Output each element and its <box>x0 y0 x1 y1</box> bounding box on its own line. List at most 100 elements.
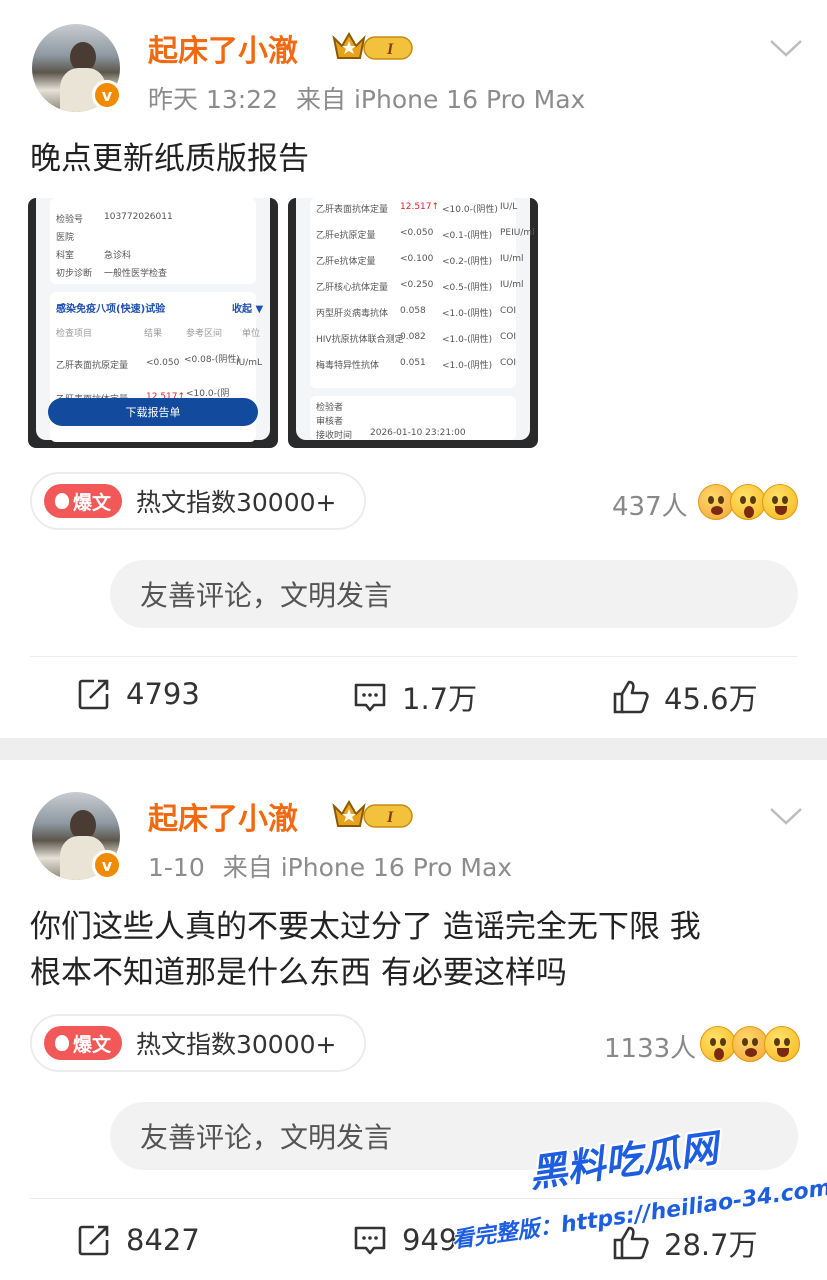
report-text: 乙肝表面抗原定量 <box>56 361 129 371</box>
report-text: 检验号 <box>56 215 84 225</box>
report-text: IU/mL <box>236 358 263 368</box>
report-cell: HIV抗原抗体联合测定 <box>316 335 404 345</box>
report-image-right[interactable]: 乙肝表面抗体定量 12.517↑ <10.0-(阴性) IU/L 乙肝e抗原定量 <0.0… <box>288 198 538 448</box>
report-text: <0.050 <box>146 358 180 368</box>
report-text: 急诊科 <box>104 251 132 261</box>
vip-crown-icon: I <box>332 800 413 828</box>
thumbs-up-icon <box>613 680 649 714</box>
report-cell: <1.0-(阴性) <box>442 309 493 319</box>
like-button[interactable]: 28.7万 <box>612 1222 758 1264</box>
hot-post-pill[interactable]: 爆文 热文指数30000+ <box>30 472 366 530</box>
report-cell: 乙肝e抗体定量 <box>316 257 376 267</box>
report-footer-text: 接收时间 <box>316 431 353 441</box>
repost-count: 8427 <box>126 1223 200 1257</box>
svg-text:I: I <box>386 809 394 826</box>
report-footer-text: 2026-01-10 23:21:00 <box>370 428 466 438</box>
report-image-left[interactable]: 检验号 103772026011 医院 科室 急诊科 初步诊断 一般性医学检查 … <box>28 198 278 448</box>
post-source: 来自 iPhone 16 Pro Max <box>296 85 586 114</box>
report-cell: <0.100 <box>400 254 434 264</box>
report-cell: 0.058 <box>400 306 426 316</box>
comment-input[interactable]: 友善评论，文明发言 <box>110 1102 798 1170</box>
post-meta: 昨天 13:22 来自 iPhone 16 Pro Max <box>148 80 603 116</box>
post-text: 晚点更新纸质版报告 <box>30 141 309 177</box>
thumbs-up-icon <box>613 1226 649 1260</box>
username[interactable]: 起床了小澈 <box>148 26 298 70</box>
comment-icon <box>354 1226 386 1255</box>
post-text-line: 根本不知道那是什么东西 有必要这样吗 <box>30 955 567 991</box>
report-cell: PEIU/ml <box>500 228 535 238</box>
report-footer-text: 检验者 <box>316 403 344 413</box>
divider <box>30 656 797 657</box>
report-cell: <0.050 <box>400 228 434 238</box>
comment-input[interactable]: 友善评论，文明发言 <box>110 560 798 628</box>
report-cell: COI <box>500 306 517 316</box>
report-footer-text: 审核者 <box>316 417 344 427</box>
surprised-emoji-icon[interactable] <box>730 484 766 520</box>
post-source: 来自 iPhone 16 Pro Max <box>222 853 513 882</box>
report-text: 科室 <box>56 251 75 261</box>
post-meta: 1-10 来自 iPhone 16 Pro Max <box>148 848 530 884</box>
report-cell: <0.2-(阴性) <box>442 257 493 267</box>
report-cell: <0.250 <box>400 280 434 290</box>
like-count: 28.7万 <box>664 1228 758 1262</box>
report-cell: <1.0-(阴性) <box>442 335 493 345</box>
grinning-emoji-icon[interactable] <box>762 484 798 520</box>
feed-separator <box>0 738 827 760</box>
comment-count: 1.7万 <box>402 682 478 716</box>
hot-index: 热文指数30000+ <box>136 1030 337 1059</box>
report-cell: 0.082 <box>400 332 426 342</box>
hot-post-pill[interactable]: 爆文 热文指数30000+ <box>30 1014 366 1072</box>
report-text: 103772026011 <box>104 212 173 222</box>
hot-tag: 爆文 <box>44 484 122 518</box>
vip-crown-icon: I <box>332 32 413 60</box>
report-collapse: 收起 ▼ <box>232 304 264 315</box>
report-header: 结果 <box>144 329 163 339</box>
hot-tag: 爆文 <box>44 1026 122 1060</box>
report-cell: COI <box>500 332 517 342</box>
report-cell: IU/ml <box>500 280 524 290</box>
chevron-down-icon[interactable] <box>769 38 803 58</box>
like-count: 45.6万 <box>664 682 758 716</box>
reaction-count[interactable]: 437人 <box>612 486 688 523</box>
repost-button[interactable]: 4793 <box>76 676 200 712</box>
verified-badge-icon: v <box>92 850 122 880</box>
report-cell: <10.0-(阴性) <box>442 205 498 215</box>
report-header: 参考区间 <box>186 329 223 339</box>
laughing-emoji-icon[interactable] <box>732 1026 768 1062</box>
flame-icon <box>54 1035 69 1051</box>
reaction-count[interactable]: 1133人 <box>604 1028 696 1065</box>
like-button[interactable]: 45.6万 <box>612 676 758 718</box>
post-text-line: 你们这些人真的不要太过分了 造谣完全无下限 我 <box>30 909 701 945</box>
report-cell: <0.5-(阴性) <box>442 283 493 293</box>
weibo-post: v 起床了小澈 I 1-10 来自 iPhone 16 Pro Max 你们这些人… <box>0 760 827 1280</box>
verified-badge-icon: v <box>92 80 122 110</box>
report-cell: <1.0-(阴性) <box>442 361 493 371</box>
report-header: 检查项目 <box>56 329 93 339</box>
comment-button[interactable]: 949 <box>352 1222 457 1258</box>
hot-tag-label: 爆文 <box>72 1033 111 1056</box>
report-cell: 乙肝表面抗体定量 <box>316 205 389 215</box>
weibo-post: v 起床了小澈 I 昨天 13:22 来自 iPhone 16 Pro Max 晚… <box>0 0 827 738</box>
svg-text:I: I <box>386 41 394 58</box>
post-time: 昨天 13:22 <box>148 85 278 114</box>
report-cell: 12.517↑ <box>400 202 440 212</box>
report-cell: IU/L <box>500 202 518 212</box>
report-footer: 检验者审核者接收时间 2026-01-10 23:21:00 <box>310 396 516 441</box>
report-text: 一般性医学检查 <box>104 269 168 279</box>
laughing-emoji-icon[interactable] <box>698 484 734 520</box>
username[interactable]: 起床了小澈 <box>148 794 298 838</box>
surprised-emoji-icon[interactable] <box>700 1026 736 1062</box>
grinning-emoji-icon[interactable] <box>764 1026 800 1062</box>
report-section-title: 感染免疫八项(快速)试验 <box>56 304 166 315</box>
chevron-down-icon[interactable] <box>769 806 803 826</box>
report-cell: COI <box>500 358 517 368</box>
comment-button[interactable]: 1.7万 <box>352 676 477 718</box>
report-cell: 梅毒特异性抗体 <box>316 361 380 371</box>
report-text: 初步诊断 <box>56 269 93 279</box>
repost-button[interactable]: 8427 <box>76 1222 200 1258</box>
post-time: 1-10 <box>148 853 205 882</box>
comment-icon <box>354 683 386 712</box>
report-cell: 丙型肝炎病毒抗体 <box>316 309 389 319</box>
hot-tag-label: 爆文 <box>72 491 111 514</box>
post-text: 你们这些人真的不要太过分了 造谣完全无下限 我 根本不知道那是什么东西 有必要这… <box>30 904 800 996</box>
